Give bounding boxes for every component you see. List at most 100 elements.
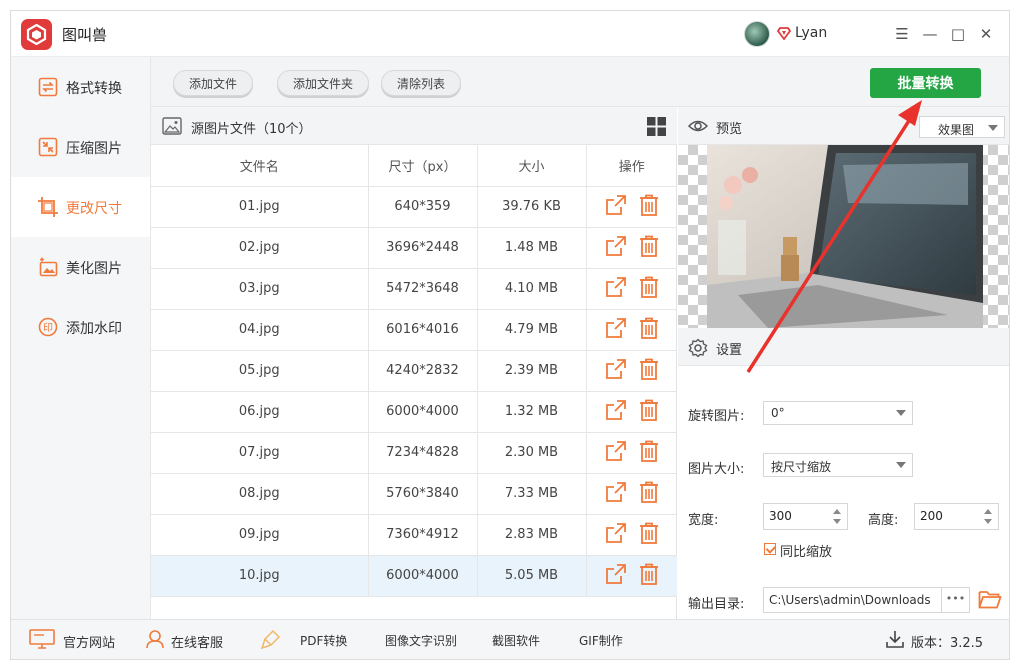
open-external-icon[interactable] xyxy=(605,276,627,302)
open-external-icon[interactable] xyxy=(605,440,627,466)
file-dimensions-cell: 7234*4828 xyxy=(368,432,478,474)
trash-icon[interactable] xyxy=(639,276,659,302)
output-dir-label: 输出目录: xyxy=(688,597,745,612)
menu-icon[interactable]: ☰ xyxy=(891,23,913,45)
preview-settings-panel: 预览 效果图 设置 旋转图片: 0° 图片大小: 按尺寸缩放 宽度: 300 高… xyxy=(678,107,1009,619)
table-row[interactable]: 03.jpg 5472*3648 4.10 MB xyxy=(151,268,677,310)
beautify-icon xyxy=(38,257,58,277)
actions-cell xyxy=(586,473,677,515)
file-list-header: 源图片文件（10个） xyxy=(151,107,677,145)
sidebar-item-watermark[interactable]: 印 添加水印 xyxy=(11,297,150,357)
batch-convert-button[interactable]: 批量转换 xyxy=(870,68,981,98)
clear-list-button[interactable]: 清除列表 xyxy=(381,70,461,96)
open-external-icon[interactable] xyxy=(605,358,627,384)
decrement-icon[interactable] xyxy=(833,519,841,524)
decrement-icon[interactable] xyxy=(984,519,992,524)
rotate-select[interactable]: 0° xyxy=(763,401,913,425)
watermark-icon: 印 xyxy=(38,317,58,337)
open-external-icon[interactable] xyxy=(605,194,627,220)
screenshot-tool-link[interactable]: 截图软件 xyxy=(492,632,540,649)
file-size-cell: 5.05 MB xyxy=(477,555,587,597)
file-size-cell: 2.83 MB xyxy=(477,514,587,556)
table-row[interactable]: 04.jpg 6016*4016 4.79 MB xyxy=(151,309,677,351)
increment-icon[interactable] xyxy=(833,509,841,514)
preview-mode-select[interactable]: 效果图 xyxy=(919,116,1005,138)
gif-maker-link[interactable]: GIF制作 xyxy=(579,632,623,649)
file-name-cell: 04.jpg xyxy=(151,309,369,351)
sidebar-item-format-convert[interactable]: 格式转换 xyxy=(11,57,150,117)
height-value: 200 xyxy=(920,509,943,523)
column-header-size: 大小 xyxy=(477,145,587,187)
chevron-down-icon xyxy=(896,462,906,468)
trash-icon[interactable] xyxy=(639,235,659,261)
ocr-link[interactable]: 图像文字识别 xyxy=(385,632,457,649)
height-stepper[interactable]: 200 xyxy=(914,503,999,530)
keep-ratio-checkbox[interactable] xyxy=(764,543,776,555)
table-row[interactable]: 09.jpg 7360*4912 2.83 MB xyxy=(151,514,677,556)
table-row[interactable]: 08.jpg 5760*3840 7.33 MB xyxy=(151,473,677,515)
preview-photo xyxy=(707,145,983,328)
online-service-link[interactable]: 在线客服 xyxy=(171,632,223,651)
vip-diamond-icon[interactable] xyxy=(776,26,792,44)
settings-header: 设置 xyxy=(678,328,1009,366)
increment-icon[interactable] xyxy=(984,509,992,514)
open-external-icon[interactable] xyxy=(605,563,627,589)
title-bar: 图叫兽 Lyan ☰ — □ ✕ xyxy=(11,11,1009,57)
table-row[interactable]: 10.jpg 6000*4000 5.05 MB xyxy=(151,555,677,597)
file-size-cell: 1.48 MB xyxy=(477,227,587,269)
open-external-icon[interactable] xyxy=(605,481,627,507)
add-folder-button[interactable]: 添加文件夹 xyxy=(277,70,369,96)
file-name-cell: 03.jpg xyxy=(151,268,369,310)
file-size-cell: 39.76 KB xyxy=(477,186,587,228)
table-row[interactable]: 06.jpg 6000*4000 1.32 MB xyxy=(151,391,677,433)
download-icon xyxy=(885,629,905,653)
trash-icon[interactable] xyxy=(639,194,659,220)
minimize-icon[interactable]: — xyxy=(919,23,941,45)
table-row[interactable]: 02.jpg 3696*2448 1.48 MB xyxy=(151,227,677,269)
trash-icon[interactable] xyxy=(639,358,659,384)
open-external-icon[interactable] xyxy=(605,399,627,425)
add-file-button[interactable]: 添加文件 xyxy=(173,70,253,96)
file-name-cell: 01.jpg xyxy=(151,186,369,228)
trash-icon[interactable] xyxy=(639,317,659,343)
close-icon[interactable]: ✕ xyxy=(975,23,997,45)
trash-icon[interactable] xyxy=(639,399,659,425)
table-row[interactable]: 07.jpg 7234*4828 2.30 MB xyxy=(151,432,677,474)
user-avatar[interactable] xyxy=(744,21,770,47)
pdf-convert-link[interactable]: PDF转换 xyxy=(300,632,347,649)
trash-icon[interactable] xyxy=(639,440,659,466)
open-external-icon[interactable] xyxy=(605,522,627,548)
file-size-cell: 4.10 MB xyxy=(477,268,587,310)
file-dimensions-cell: 6000*4000 xyxy=(368,391,478,433)
open-external-icon[interactable] xyxy=(605,317,627,343)
user-name[interactable]: Lyan xyxy=(795,25,827,41)
actions-cell xyxy=(586,514,677,556)
table-row[interactable]: 05.jpg 4240*2832 2.39 MB xyxy=(151,350,677,392)
resize-icon xyxy=(38,197,58,217)
size-mode-select[interactable]: 按尺寸缩放 xyxy=(763,453,913,477)
preview-header: 预览 效果图 xyxy=(678,107,1009,145)
official-site-link[interactable]: 官方网站 xyxy=(63,632,115,651)
table-row[interactable]: 01.jpg 640*359 39.76 KB xyxy=(151,186,677,228)
trash-icon[interactable] xyxy=(639,522,659,548)
file-dimensions-cell: 5472*3648 xyxy=(368,268,478,310)
folder-icon[interactable] xyxy=(978,588,1002,614)
sidebar-item-label: 更改尺寸 xyxy=(66,201,122,217)
sidebar-item-beautify[interactable]: 美化图片 xyxy=(11,237,150,297)
browse-more-button[interactable]: ••• xyxy=(941,588,969,612)
grid-view-icon[interactable] xyxy=(647,117,666,140)
actions-cell xyxy=(586,227,677,269)
column-header-dimensions: 尺寸（px） xyxy=(368,145,478,187)
open-external-icon[interactable] xyxy=(605,235,627,261)
output-path-field[interactable]: C:\Users\admin\Downloads ••• xyxy=(763,587,970,613)
width-stepper[interactable]: 300 xyxy=(763,503,848,530)
sidebar: 格式转换 压缩图片 更改尺寸 美化图片 印 添加水印 xyxy=(11,57,151,619)
maximize-icon[interactable]: □ xyxy=(947,23,969,45)
sidebar-item-compress[interactable]: 压缩图片 xyxy=(11,117,150,177)
keep-ratio-label[interactable]: 同比缩放 xyxy=(780,541,832,560)
rotate-value: 0° xyxy=(771,406,785,420)
trash-icon[interactable] xyxy=(639,481,659,507)
actions-cell xyxy=(586,309,677,351)
sidebar-item-resize[interactable]: 更改尺寸 xyxy=(11,177,150,237)
trash-icon[interactable] xyxy=(639,563,659,589)
